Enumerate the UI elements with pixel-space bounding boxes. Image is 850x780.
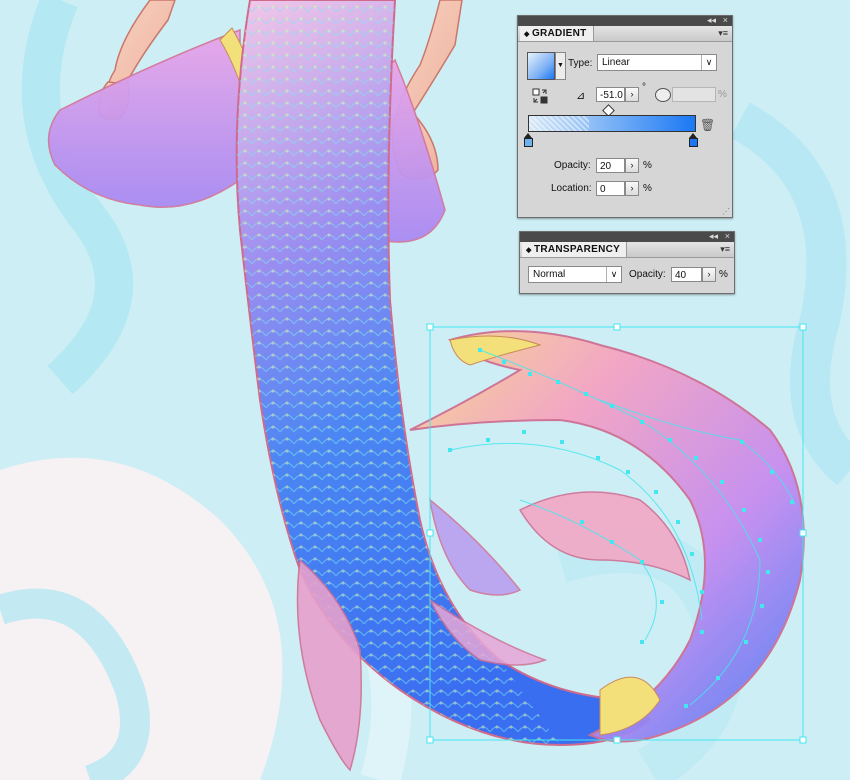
location-unit: % [643, 183, 652, 194]
gradient-swatch[interactable] [527, 52, 555, 80]
transparency-opacity-input[interactable]: 40 [671, 267, 702, 282]
type-select[interactable]: Linear ∨ [597, 54, 717, 71]
location-label: Location: [551, 183, 592, 194]
tab-gradient[interactable]: ◆ GRADIENT [520, 26, 594, 41]
close-icon[interactable]: × [725, 231, 730, 242]
transparency-opacity-unit: % [719, 269, 728, 280]
gradient-panel: ◂◂ × ◆ GRADIENT ▾≡ ▼ Type: Linear ∨ ⊿ -5… [517, 15, 733, 218]
chevron-down-icon: ∨ [701, 55, 716, 70]
tab-arrows-icon: ◆ [526, 247, 534, 254]
location-dropdown-icon[interactable]: › [625, 181, 639, 196]
degree-symbol: ° [642, 82, 646, 93]
panel-menu-icon[interactable]: ▾≡ [718, 28, 728, 39]
transparency-opacity-label: Opacity: [629, 269, 666, 280]
tab-transparency[interactable]: ◆ TRANSPARENCY [522, 242, 628, 257]
transparency-opacity-dropdown-icon[interactable]: › [702, 267, 716, 282]
location-input[interactable]: 0 [596, 181, 625, 196]
collapse-icon[interactable]: ◂◂ [707, 15, 716, 26]
angle-dropdown-icon[interactable]: › [625, 87, 639, 102]
resize-grip-icon[interactable]: ⋰ [722, 207, 730, 216]
chevron-down-icon: ∨ [606, 267, 621, 282]
collapse-icon[interactable]: ◂◂ [709, 231, 718, 242]
angle-input[interactable]: -51.0 [596, 87, 625, 102]
stop-opacity-label: Opacity: [554, 160, 591, 171]
blend-mode-select[interactable]: Normal ∨ [528, 266, 622, 283]
swatch-dropdown-icon[interactable]: ▼ [555, 52, 566, 80]
delete-stop-icon[interactable]: 🗑 [700, 118, 715, 132]
reverse-gradient-icon[interactable] [532, 88, 548, 104]
aspect-unit: % [718, 89, 727, 100]
transparency-panel: ◂◂ × ◆ TRANSPARENCY ▾≡ Normal ∨ Opacity:… [519, 231, 735, 294]
tab-arrows-icon: ◆ [524, 31, 532, 38]
gradient-slider-pattern [529, 116, 589, 131]
gradient-stop-right-swatch[interactable] [689, 138, 698, 147]
type-label: Type: [568, 58, 593, 69]
stop-opacity-unit: % [643, 160, 652, 171]
gradient-stop-left-swatch[interactable] [524, 138, 533, 147]
angle-icon: ⊿ [576, 90, 586, 102]
stop-opacity-dropdown-icon[interactable]: › [625, 158, 639, 173]
aspect-ratio-input [672, 87, 716, 102]
panel-menu-icon[interactable]: ▾≡ [720, 244, 730, 255]
close-icon[interactable]: × [723, 15, 728, 26]
stop-opacity-input[interactable]: 20 [596, 158, 625, 173]
aspect-ratio-icon [655, 88, 671, 102]
